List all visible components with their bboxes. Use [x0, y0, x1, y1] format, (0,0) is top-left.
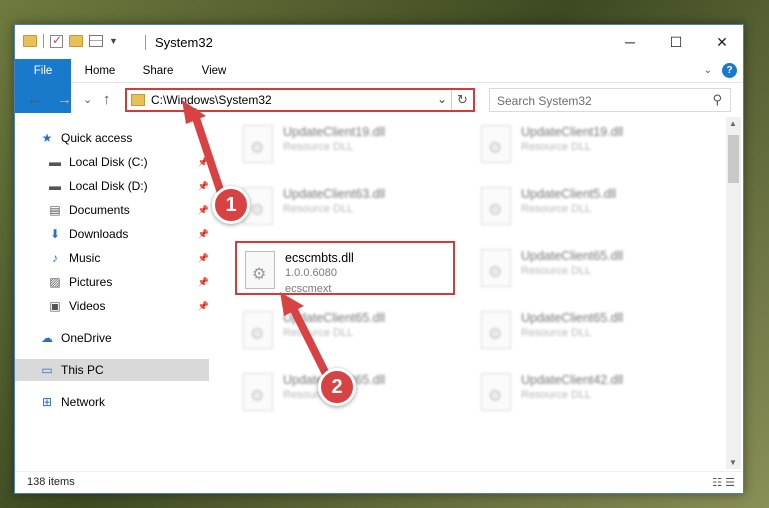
- arrow-1-head: [182, 100, 206, 124]
- arrow-1-line: [190, 108, 226, 200]
- callout-badge-2: 2: [318, 368, 356, 406]
- arrow-2-line: [288, 302, 332, 382]
- annotation-arrows: [182, 100, 332, 382]
- callout-badge-1: 1: [212, 186, 250, 224]
